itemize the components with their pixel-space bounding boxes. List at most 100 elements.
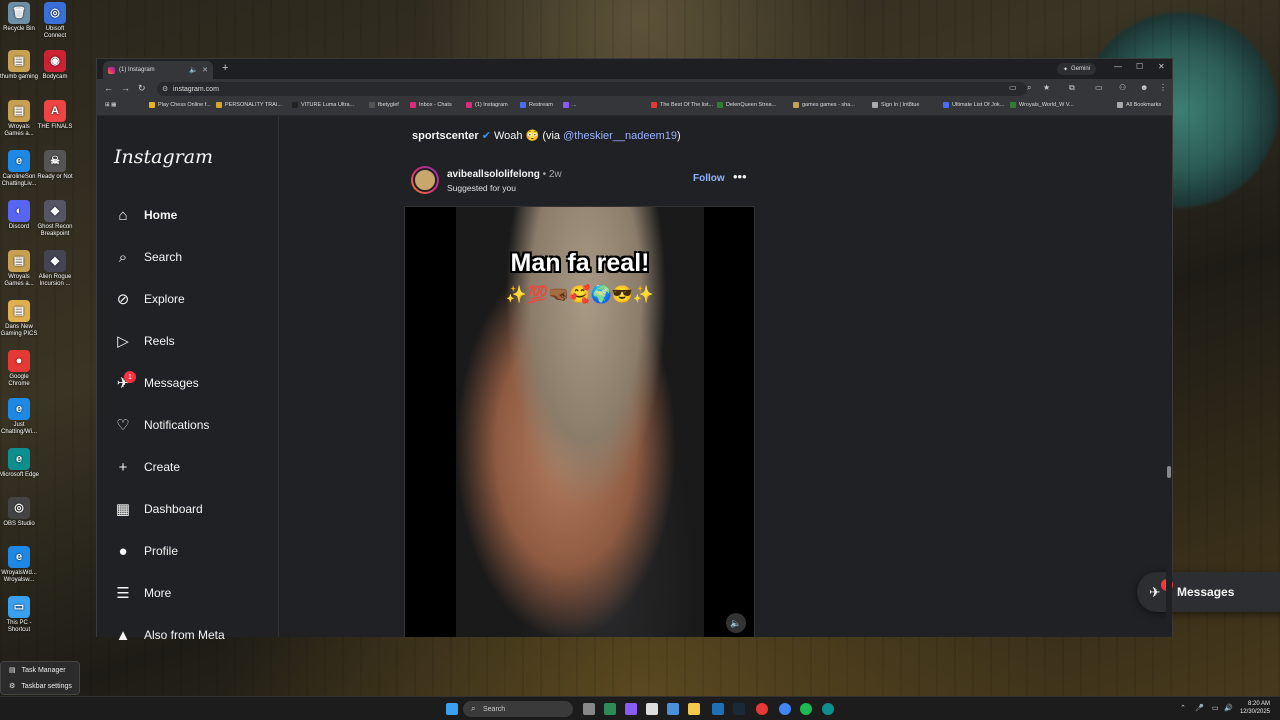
- app-icon-4[interactable]: [667, 703, 679, 715]
- network-icon[interactable]: ▭: [1212, 704, 1219, 712]
- sidebar-item-explore[interactable]: ⊘ Explore: [114, 288, 185, 310]
- desktop-icon[interactable]: ☠ Ready or Not: [34, 150, 76, 181]
- tab-instagram[interactable]: (1) Instagram 🔈 ✕: [103, 61, 213, 79]
- bookmark-item[interactable]: DelenQueen Strea...: [717, 102, 776, 108]
- tray-chevron-icon[interactable]: ⌃: [1180, 704, 1186, 712]
- bookmark-item[interactable]: PERSONALITY TRAI...: [216, 102, 282, 108]
- extensions-icon[interactable]: ⧉: [1069, 83, 1075, 93]
- reload-button[interactable]: ↻: [138, 83, 146, 94]
- volume-tray-icon[interactable]: 🔊: [1224, 704, 1233, 712]
- apps-icon[interactable]: ⊞ ▦: [105, 102, 116, 108]
- bookmark-item[interactable]: Wroyals_World_W V...: [1010, 102, 1074, 108]
- sidebar-item-notifications[interactable]: ♡ Notifications: [114, 414, 209, 436]
- app-icon-2[interactable]: [625, 703, 637, 715]
- mute-tab-icon[interactable]: 🔈: [189, 66, 198, 74]
- bookmark-item[interactable]: Ultimate List Of Jok...: [943, 102, 1004, 108]
- site-info-icon[interactable]: ⚙: [162, 85, 168, 93]
- zoom-icon[interactable]: ⌕: [1027, 83, 1031, 93]
- more-options-button[interactable]: •••: [733, 169, 747, 184]
- sidebar-item-label: More: [144, 586, 172, 600]
- menu-kebab-icon[interactable]: ⋮: [1159, 83, 1167, 92]
- bookmark-star-icon[interactable]: ★: [1043, 83, 1050, 92]
- app-icon-3[interactable]: [646, 703, 658, 715]
- caption-mention[interactable]: @theskier__nadeem19: [563, 130, 677, 142]
- maximize-button[interactable]: ☐: [1136, 62, 1143, 71]
- sidebar-item-messages[interactable]: ✈ 1 Messages: [114, 371, 199, 394]
- desktop-icon[interactable]: ◆ Alien Rogue Incursion ...: [34, 250, 76, 288]
- sidebar-item-search[interactable]: ⌕ Search: [114, 246, 182, 268]
- start-button[interactable]: [446, 703, 458, 715]
- sidebar-item-also-from-meta[interactable]: ▲ Also from Meta: [114, 624, 225, 646]
- close-tab-icon[interactable]: ✕: [202, 66, 208, 74]
- page-scrollbar[interactable]: [1166, 116, 1172, 637]
- edge-icon[interactable]: [822, 703, 834, 715]
- gemini-button[interactable]: ✦ Gemini: [1057, 63, 1097, 75]
- bookmark-item[interactable]: VITURE Luma Ultra...: [292, 102, 354, 108]
- install-icon[interactable]: ▭: [1009, 83, 1017, 92]
- tab-bar: (1) Instagram 🔈 ✕ + ✦ Gemini — ☐ ✕: [97, 59, 1172, 79]
- instagram-logo[interactable]: Instagram: [114, 146, 213, 168]
- bookmark-item[interactable]: Play Chess Online f...: [149, 102, 211, 108]
- reel-video[interactable]: Man fa real! ✨💯🤜🏾🥰🌍😎✨: [456, 207, 704, 637]
- post-username[interactable]: avibeallsololifelong: [447, 169, 540, 180]
- clock[interactable]: 8:20 AM 12/30/2025: [1240, 700, 1270, 716]
- desktop-icon[interactable]: ◉ Bodycam: [34, 50, 76, 81]
- chrome-icon-2[interactable]: [779, 703, 791, 715]
- sidebar-item-dashboard[interactable]: ▦ Dashboard: [114, 498, 203, 520]
- sidebar-item-home[interactable]: ⌂ Home: [114, 204, 177, 226]
- forward-button[interactable]: →: [121, 83, 130, 93]
- bookmark-item[interactable]: Inbox - Chats: [410, 102, 452, 108]
- bookmark-item[interactable]: (1) Instagram: [466, 102, 508, 108]
- bookmark-item[interactable]: Restream: [520, 102, 553, 108]
- post-media[interactable]: Man fa real! ✨💯🤜🏾🥰🌍😎✨ 🔈: [404, 206, 755, 637]
- desktop-icon[interactable]: A THE FINALS: [34, 100, 76, 131]
- follow-button[interactable]: Follow: [693, 173, 725, 184]
- bookmark-item[interactable]: All Bookmarks: [1117, 102, 1161, 108]
- sidebar-item-create[interactable]: + Create: [114, 456, 180, 478]
- caption-username[interactable]: sportscenter: [412, 130, 479, 142]
- messages-floating-bar[interactable]: ✈ 1 Messages: [1137, 572, 1280, 612]
- address-bar[interactable]: ⚙ instagram.com: [157, 82, 1027, 96]
- post-avatar[interactable]: [411, 166, 439, 194]
- app-icon-1[interactable]: [604, 703, 616, 715]
- spotify-icon[interactable]: [800, 703, 812, 715]
- desktop-icon[interactable]: ▤ Dans New Gaming PICS: [0, 300, 40, 338]
- desktop-icon[interactable]: e WroyalsWd... Wroyalsw...: [0, 546, 40, 584]
- meta-icon: ▲: [115, 626, 131, 644]
- file-explorer-icon[interactable]: [688, 703, 700, 715]
- bookmark-label: Play Chess Online f...: [158, 102, 211, 108]
- app-icon-5[interactable]: [712, 703, 724, 715]
- microphone-icon[interactable]: 🎤: [1195, 704, 1204, 712]
- close-window-button[interactable]: ✕: [1158, 62, 1165, 71]
- bookmark-item[interactable]: ...: [563, 102, 577, 108]
- bookmark-item[interactable]: fbetyglef: [369, 102, 399, 108]
- bookmark-item[interactable]: Sign In | Int8tue: [872, 102, 919, 108]
- sidebar-item-profile[interactable]: ● Profile: [114, 540, 178, 562]
- account-icon[interactable]: ☻: [1140, 83, 1148, 92]
- dashboard-icon: ▦: [115, 501, 131, 518]
- desktop-icon[interactable]: ▭ This PC - Shortcut: [0, 596, 40, 634]
- sidepanel-icon[interactable]: ▭: [1095, 83, 1103, 92]
- desktop-icon[interactable]: e Microsoft Edge: [0, 448, 40, 479]
- task-view-icon[interactable]: [583, 703, 595, 715]
- sidebar-item-more[interactable]: ☰ More: [114, 582, 171, 604]
- back-button[interactable]: ←: [104, 83, 113, 93]
- desktop-icon[interactable]: ◎ OBS Studio: [0, 497, 40, 528]
- desktop-icon[interactable]: ◆ Ghost Recon Breakpoint: [34, 200, 76, 238]
- desktop-icon[interactable]: e Just Chatting/Wi...: [0, 398, 40, 436]
- taskbar-settings-item[interactable]: ⚙ Taskbar settings: [1, 678, 79, 694]
- new-tab-button[interactable]: +: [222, 62, 228, 74]
- steam-icon[interactable]: [733, 703, 745, 715]
- volume-icon[interactable]: 🔈: [726, 613, 746, 633]
- bookmark-item[interactable]: The Best Of The list...: [651, 102, 713, 108]
- taskbar-search[interactable]: ⌕ Search: [463, 701, 573, 717]
- minimize-button[interactable]: —: [1114, 62, 1122, 71]
- desktop-icon[interactable]: ◎ Ubisoft Connect: [34, 2, 76, 40]
- desktop-icon[interactable]: ● Google Chrome: [0, 350, 40, 388]
- desktop-app-icon: ☠: [44, 150, 66, 172]
- profile-icon[interactable]: ⚇: [1119, 83, 1126, 92]
- task-manager-item[interactable]: ▤ Task Manager: [1, 662, 79, 678]
- bookmark-item[interactable]: games games - sha...: [793, 102, 855, 108]
- sidebar-item-reels[interactable]: ▷ Reels: [114, 330, 174, 352]
- chrome-icon[interactable]: [756, 703, 768, 715]
